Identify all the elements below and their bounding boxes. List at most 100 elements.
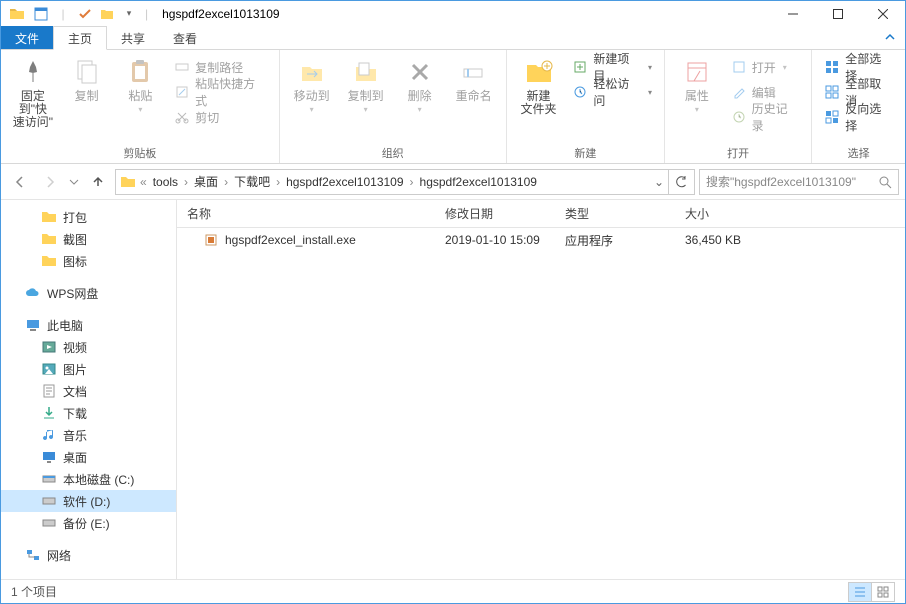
col-type[interactable]: 类型 [555,205,675,222]
select-all-icon [824,59,840,75]
col-size[interactable]: 大小 [675,205,795,222]
docs-icon [41,383,57,399]
properties-icon [681,56,713,88]
invert-selection-button[interactable]: 反向选择 [820,106,897,128]
pin-quick-access-button[interactable]: 固定到"快 速访问" [9,54,57,129]
tab-home[interactable]: 主页 [53,26,107,50]
clipboard-group-label: 剪贴板 [9,143,271,161]
open-button[interactable]: 打开▾ [727,56,804,78]
bc-seg-4[interactable]: hgspdf2excel1013109 [416,170,541,194]
file-type: 应用程序 [555,232,675,249]
bc-seg-3[interactable]: hgspdf2excel1013109 [282,170,407,194]
copy-to-button[interactable]: 复制到▾ [342,54,390,114]
music-icon [41,427,57,443]
file-row[interactable]: hgspdf2excel_install.exe 2019-01-10 15:0… [177,228,905,252]
breadcrumb[interactable]: « tools› 桌面› 下载吧› hgspdf2excel1013109› h… [115,169,695,195]
view-icons-button[interactable] [871,582,895,602]
delete-icon [404,56,436,88]
path-icon [174,59,190,75]
properties-button[interactable]: 属性▾ [673,54,721,114]
disk-icon [41,471,57,487]
paste-button[interactable]: 粘贴 ▾ [116,54,164,114]
qat-folder-icon[interactable] [97,4,117,24]
sidebar-item-dabao[interactable]: 打包 [1,206,176,228]
nav-forward-button[interactable] [37,169,63,195]
ribbon-collapse-button[interactable] [875,26,905,49]
refresh-button[interactable] [668,169,692,195]
view-details-button[interactable] [848,582,872,602]
sidebar-item-wps[interactable]: WPS网盘 [1,282,176,304]
ribbon-tabs: 文件 主页 共享 查看 [1,26,905,50]
window-title: hgspdf2excel1013109 [154,7,279,21]
copy-button[interactable]: 复制 [63,54,111,103]
new-folder-icon [523,56,555,88]
sidebar-item-jietu[interactable]: 截图 [1,228,176,250]
copyto-icon [350,56,382,88]
bc-dropdown[interactable]: ⌄ [650,175,668,189]
rename-button[interactable]: 重命名 [450,54,498,103]
statusbar: 1 个项目 [1,579,905,603]
edit-icon [731,84,747,100]
search-icon[interactable] [878,175,892,189]
sidebar-item-docs[interactable]: 文档 [1,380,176,402]
cloud-icon [25,285,41,301]
sidebar[interactable]: 打包 截图 图标 WPS网盘 此电脑 视频 图片 文档 下载 音乐 桌面 本地磁… [1,200,177,579]
sidebar-item-downloads[interactable]: 下载 [1,402,176,424]
bc-seg-1[interactable]: 桌面 [190,170,222,194]
shortcut-icon [174,84,190,100]
sidebar-item-thispc[interactable]: 此电脑 [1,314,176,336]
sidebar-item-network[interactable]: 网络 [1,544,176,566]
qat-properties-icon[interactable] [31,4,51,24]
open-group-label: 打开 [673,143,803,161]
new-item-icon [572,59,588,75]
new-folder-button[interactable]: 新建 文件夹 [515,54,563,116]
col-date[interactable]: 修改日期 [435,205,555,222]
select-group-label: 选择 [820,143,897,161]
sidebar-item-pictures[interactable]: 图片 [1,358,176,380]
sidebar-item-video[interactable]: 视频 [1,336,176,358]
sidebar-item-desktop[interactable]: 桌面 [1,446,176,468]
tab-view[interactable]: 查看 [159,26,211,49]
maximize-button[interactable] [815,1,860,26]
pin-icon [17,56,49,88]
sidebar-item-diskd[interactable]: 软件 (D:) [1,490,176,512]
sidebar-item-diskc[interactable]: 本地磁盘 (C:) [1,468,176,490]
sidebar-item-diske[interactable]: 备份 (E:) [1,512,176,534]
sidebar-item-music[interactable]: 音乐 [1,424,176,446]
file-size: 36,450 KB [675,233,795,247]
sidebar-item-tubiao[interactable]: 图标 [1,250,176,272]
nav-recent-button[interactable] [67,169,81,195]
status-count: 1 个项目 [11,583,57,600]
open-icon [731,59,747,75]
disk-icon [41,515,57,531]
nav-back-button[interactable] [7,169,33,195]
qat-dropdown-icon[interactable]: ▾ [119,4,139,24]
easy-access-button[interactable]: 轻松访问▾ [568,81,656,103]
search-input[interactable] [706,175,878,189]
cut-icon [174,109,190,125]
bc-seg-0[interactable]: tools [149,170,182,194]
history-button[interactable]: 历史记录 [727,106,804,128]
bc-sep[interactable]: « [138,175,149,189]
tab-share[interactable]: 共享 [107,26,159,49]
network-icon [25,547,41,563]
minimize-button[interactable] [770,1,815,26]
easy-access-icon [572,84,588,100]
move-to-button[interactable]: 移动到▾ [288,54,336,114]
folder-icon [41,253,57,269]
bc-folder-icon [118,174,138,190]
file-date: 2019-01-10 15:09 [435,233,555,247]
qat-check-icon[interactable] [75,4,95,24]
folder-icon [41,231,57,247]
search-box[interactable] [699,169,899,195]
paste-shortcut-button[interactable]: 粘贴快捷方式 [170,81,270,103]
ribbon: 固定到"快 速访问" 复制 粘贴 ▾ 复制路径 粘贴快捷方式 剪切 剪贴板 移动 [1,50,905,164]
new-group-label: 新建 [515,143,656,161]
col-name[interactable]: 名称 [177,205,435,222]
close-button[interactable] [860,1,905,26]
nav-up-button[interactable] [85,169,111,195]
tab-file[interactable]: 文件 [1,26,53,49]
cut-button[interactable]: 剪切 [170,106,270,128]
bc-seg-2[interactable]: 下载吧 [230,170,274,194]
delete-button[interactable]: 删除▾ [396,54,444,114]
